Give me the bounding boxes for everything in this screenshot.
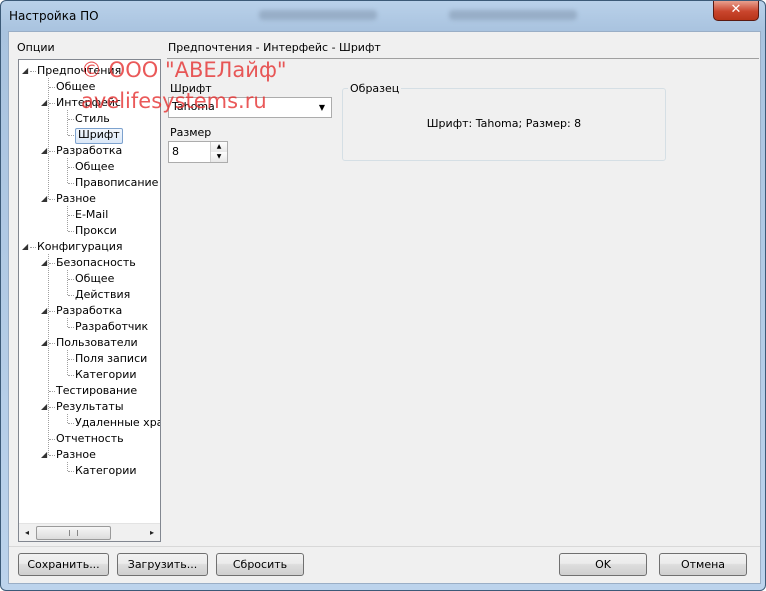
tree-item[interactable]: Правописание bbox=[75, 176, 158, 190]
tree-item[interactable]: Пользователи bbox=[56, 336, 138, 350]
tree-guide bbox=[48, 78, 50, 199]
expander-icon[interactable]: ◢ bbox=[41, 258, 49, 268]
tree-connector bbox=[49, 199, 55, 201]
tree-guide bbox=[67, 206, 69, 231]
breadcrumb: Предпочтения - Интерфейс - Шрифт bbox=[168, 41, 381, 54]
size-value: 8 bbox=[172, 145, 179, 158]
expander-icon[interactable]: ◢ bbox=[41, 146, 49, 156]
sample-text: Шрифт: Tahoma; Размер: 8 bbox=[426, 117, 582, 130]
tree-item[interactable]: Поля записи bbox=[75, 352, 147, 366]
tree-item[interactable]: Общее bbox=[75, 272, 114, 286]
tree-guide bbox=[67, 158, 69, 183]
tree-item[interactable]: Прокси bbox=[75, 224, 117, 238]
tree-item[interactable]: Категории bbox=[75, 464, 137, 478]
grip-icon bbox=[69, 530, 78, 536]
tree-item[interactable]: E-Mail bbox=[75, 208, 108, 222]
tree-item[interactable]: Безопасность bbox=[56, 256, 136, 270]
expander-icon[interactable]: ◢ bbox=[41, 306, 49, 316]
tree-item[interactable]: Разработка bbox=[56, 144, 122, 158]
tree-item[interactable]: Действия bbox=[75, 288, 130, 302]
tree-item[interactable]: Разное bbox=[56, 192, 96, 206]
tree-item[interactable]: Результаты bbox=[56, 400, 124, 414]
tree-item[interactable]: Разработка bbox=[56, 304, 122, 318]
scroll-right-arrow-icon[interactable]: ▸ bbox=[144, 524, 160, 541]
reset-button[interactable]: Сбросить bbox=[216, 553, 304, 576]
expander-icon[interactable]: ◢ bbox=[41, 402, 49, 412]
tree-connector bbox=[30, 247, 36, 249]
sample-group-title: Образец bbox=[348, 82, 402, 95]
tree-item[interactable]: Разработчик bbox=[75, 320, 148, 334]
size-label: Размер bbox=[170, 126, 212, 139]
tree-connector bbox=[30, 71, 36, 73]
scrollbar-thumb[interactable] bbox=[36, 526, 111, 540]
tree-connector bbox=[68, 327, 74, 329]
tree-guide bbox=[67, 350, 69, 375]
options-tree[interactable]: ◢ Предпочтения Общее ◢ Интерфейс Стиль Шрифт ◢ Р… bbox=[18, 59, 161, 542]
footer-divider bbox=[9, 546, 760, 547]
watermark-site: avelifesystems.ru bbox=[81, 89, 267, 113]
tree-guide bbox=[48, 254, 50, 455]
chevron-down-icon[interactable]: ▼ bbox=[315, 101, 329, 114]
tree-item[interactable]: Отчетность bbox=[56, 432, 124, 446]
watermark-copyright: © ООО "АВЕЛайф" bbox=[81, 58, 287, 82]
tree-item[interactable]: Стиль bbox=[75, 112, 110, 126]
expander-icon[interactable]: ◢ bbox=[41, 338, 49, 348]
tree-guide bbox=[67, 462, 69, 471]
load-button[interactable]: Загрузить... bbox=[117, 553, 208, 576]
tree-item[interactable]: Тестирование bbox=[56, 384, 137, 398]
tree-item[interactable]: Удаленные хра bbox=[75, 416, 160, 430]
settings-window: Настройка ПО ✕ Опции Предпочтения - Инте… bbox=[0, 0, 766, 591]
scroll-left-arrow-icon[interactable]: ◂ bbox=[19, 524, 35, 541]
ok-button[interactable]: OK bbox=[559, 553, 647, 576]
expander-icon[interactable]: ◢ bbox=[41, 98, 49, 108]
tree-connector bbox=[68, 183, 74, 185]
tree-item[interactable]: Разное bbox=[56, 448, 96, 462]
tree-guide bbox=[67, 318, 69, 327]
save-button[interactable]: Сохранить... bbox=[18, 553, 109, 576]
horizontal-scrollbar[interactable]: ◂ ▸ bbox=[19, 523, 160, 541]
expander-icon[interactable]: ◢ bbox=[41, 450, 49, 460]
tree-connector bbox=[68, 375, 74, 377]
blurred-title-text bbox=[449, 10, 577, 20]
tree-item[interactable]: Общее bbox=[75, 160, 114, 174]
size-spinbox[interactable]: 8 ▲ ▼ bbox=[168, 141, 228, 163]
cancel-button[interactable]: Отмена bbox=[659, 553, 747, 576]
tree-item[interactable]: Конфигурация bbox=[37, 240, 123, 254]
tree-guide bbox=[67, 270, 69, 295]
tree-connector bbox=[68, 423, 74, 425]
spin-buttons: ▲ ▼ bbox=[210, 142, 227, 162]
tree-item[interactable]: Категории bbox=[75, 368, 137, 382]
tree-connector bbox=[49, 455, 55, 457]
dialog-client: Опции Предпочтения - Интерфейс - Шрифт ◢… bbox=[8, 31, 761, 584]
tree-guide bbox=[67, 414, 69, 423]
sample-groupbox: Образец Шрифт: Tahoma; Размер: 8 bbox=[342, 82, 666, 161]
tree-item[interactable]: Шрифт bbox=[75, 128, 123, 144]
window-title: Настройка ПО bbox=[9, 9, 99, 23]
expander-icon[interactable]: ◢ bbox=[22, 66, 30, 76]
spin-down-icon[interactable]: ▼ bbox=[211, 152, 227, 162]
tree-connector bbox=[68, 471, 74, 473]
tree-guide bbox=[67, 110, 69, 135]
expander-icon[interactable]: ◢ bbox=[41, 194, 49, 204]
tree-connector bbox=[68, 295, 74, 297]
expander-icon[interactable]: ◢ bbox=[22, 242, 30, 252]
tree-connector bbox=[68, 231, 74, 233]
close-button[interactable]: ✕ bbox=[713, 1, 759, 21]
options-label: Опции bbox=[17, 41, 55, 54]
tree-connector bbox=[68, 135, 74, 137]
blurred-title-text bbox=[259, 10, 377, 20]
title-bar[interactable]: Настройка ПО ✕ bbox=[1, 1, 765, 31]
